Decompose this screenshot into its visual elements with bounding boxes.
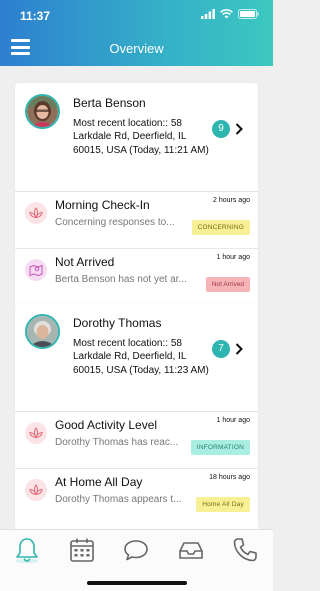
page-title: Overview xyxy=(109,41,164,56)
resident-card: Dorothy Thomas Most recent location:: 58… xyxy=(15,303,258,526)
avatar xyxy=(25,94,60,129)
alert-time: 1 hour ago xyxy=(216,254,250,261)
alert-item[interactable]: Good Activity Level 1 hour ago Dorothy T… xyxy=(15,412,258,469)
resident-name: Berta Benson xyxy=(73,96,146,110)
alert-count-badge: 7 xyxy=(212,340,230,358)
resident-header[interactable]: Dorothy Thomas Most recent location:: 58… xyxy=(15,303,258,412)
status-time: 11:37 xyxy=(20,9,51,23)
resident-location: Most recent location:: 58 Larkdale Rd, D… xyxy=(73,118,209,156)
alert-count-badge: 9 xyxy=(212,120,230,138)
signal-icon xyxy=(201,9,215,19)
chevron-right-icon[interactable] xyxy=(235,343,243,355)
resident-name: Dorothy Thomas xyxy=(73,316,162,330)
phone-icon[interactable] xyxy=(231,536,259,564)
alert-description: Dorothy Thomas appears t... xyxy=(55,494,182,505)
map-pin-icon xyxy=(25,259,47,281)
status-badge: CONCERNING xyxy=(191,220,250,235)
battery-icon xyxy=(238,9,259,19)
wifi-icon xyxy=(220,9,233,19)
alert-item[interactable]: At Home All Day 18 hours ago Dorothy Tho… xyxy=(15,469,258,526)
alert-time: 2 hours ago xyxy=(213,197,250,204)
resident-header[interactable]: Berta Benson Most recent location:: 58 L… xyxy=(15,83,258,192)
alert-title: Morning Check-In xyxy=(55,198,150,212)
alert-description: Concerning responses to... xyxy=(55,217,175,228)
alert-time: 18 hours ago xyxy=(209,474,250,481)
alert-item[interactable]: Not Arrived 1 hour ago Berta Benson has … xyxy=(15,249,258,306)
alert-description: Dorothy Thomas has reac... xyxy=(55,437,179,448)
bell-icon[interactable] xyxy=(13,536,41,564)
overview-list[interactable]: Berta Benson Most recent location:: 58 L… xyxy=(0,66,273,529)
alert-time: 1 hour ago xyxy=(216,417,250,424)
resident-card: Berta Benson Most recent location:: 58 L… xyxy=(15,83,258,306)
resident-location: Most recent location:: 58 Larkdale Rd, D… xyxy=(73,338,209,376)
status-icons xyxy=(201,9,259,19)
inbox-tray-icon[interactable] xyxy=(177,536,205,564)
lotus-icon xyxy=(25,422,47,444)
home-indicator xyxy=(87,581,187,585)
alert-item[interactable]: Morning Check-In 2 hours ago Concerning … xyxy=(15,192,258,249)
chevron-right-icon[interactable] xyxy=(235,123,243,135)
chat-bubble-icon[interactable] xyxy=(122,536,150,564)
calendar-icon[interactable] xyxy=(68,536,96,564)
alert-description: Berta Benson has not yet ar... xyxy=(55,274,187,285)
alert-title: At Home All Day xyxy=(55,475,143,489)
app-header: 11:37 Overview xyxy=(0,0,273,66)
resident-card-partial xyxy=(15,521,258,529)
lotus-icon xyxy=(25,479,47,501)
alert-title: Not Arrived xyxy=(55,255,115,269)
avatar xyxy=(25,314,60,349)
status-badge: Home All Day xyxy=(196,497,250,512)
status-badge: Not Arrived xyxy=(205,277,250,292)
lotus-icon xyxy=(25,202,47,224)
status-badge: INFORMATION xyxy=(190,440,250,455)
alert-title: Good Activity Level xyxy=(55,418,158,432)
